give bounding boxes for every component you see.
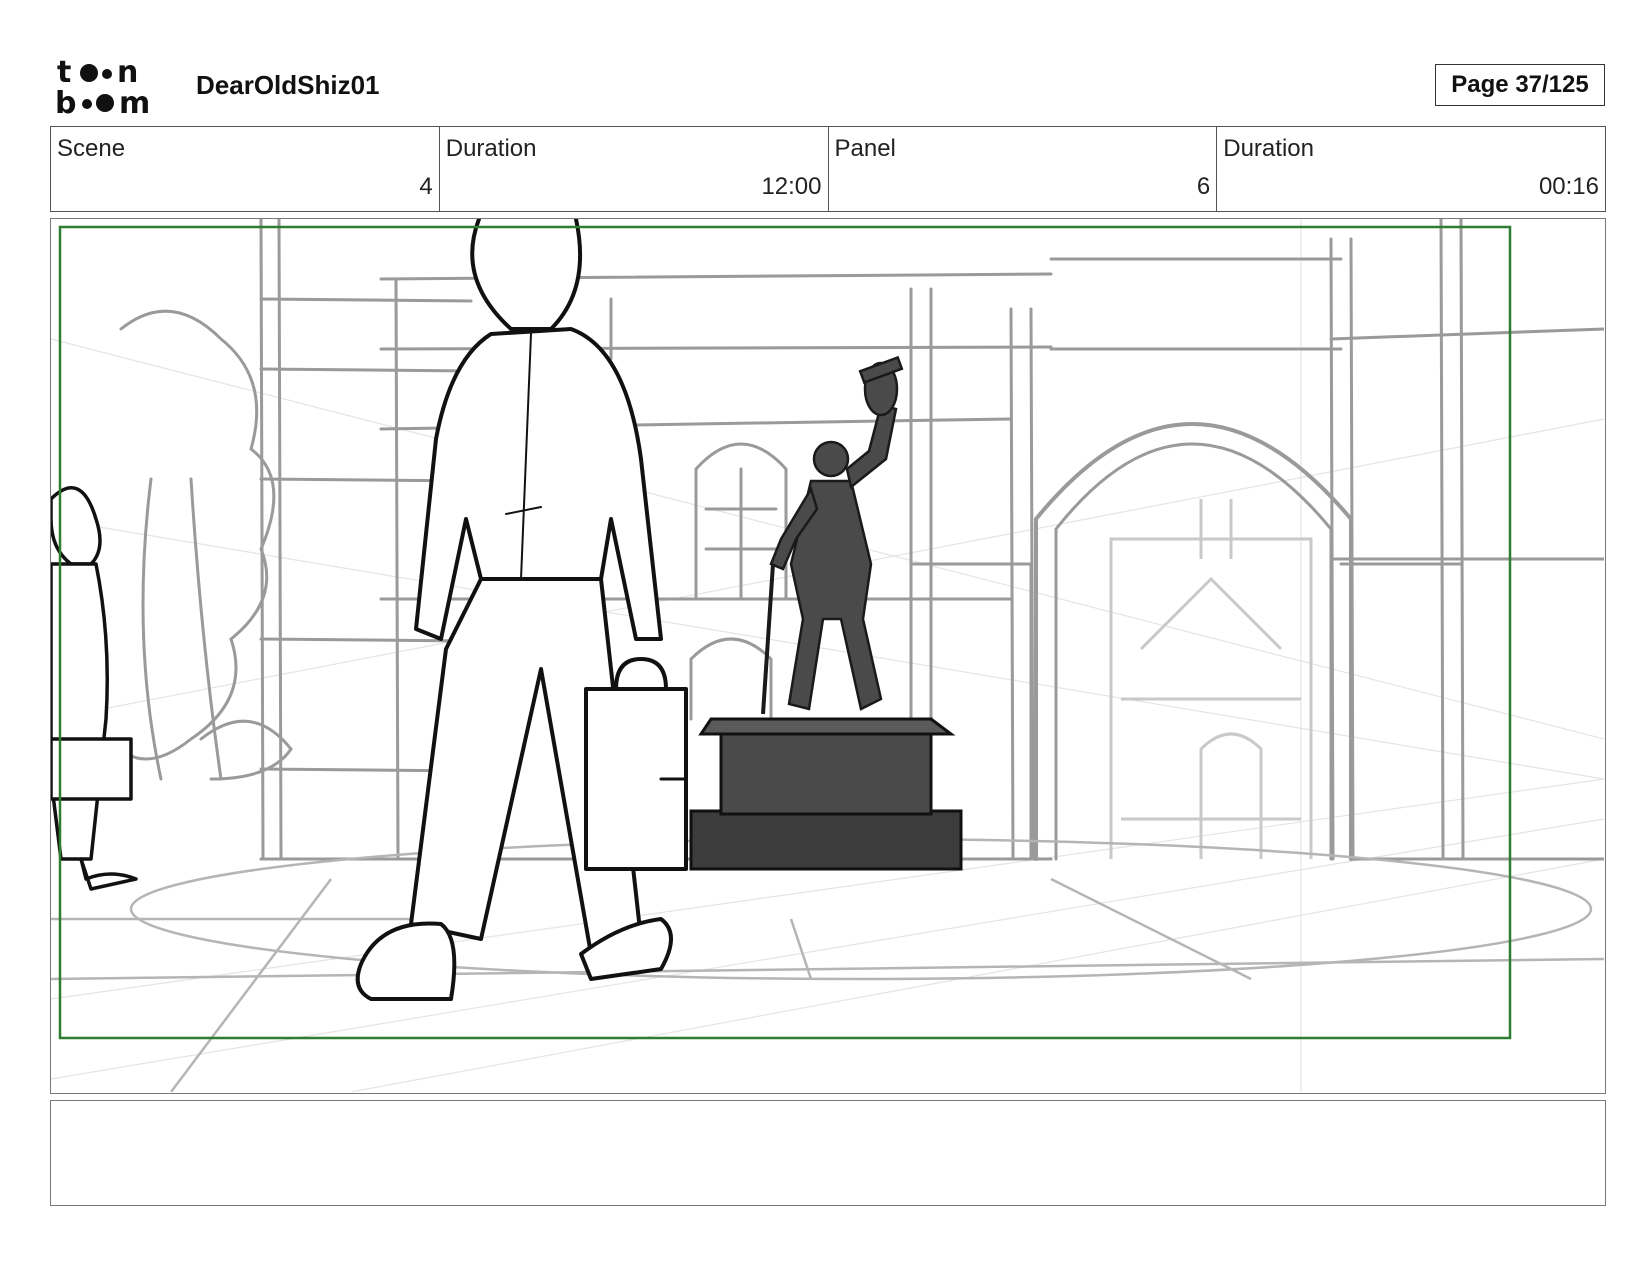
foreground-character: [355, 219, 688, 1001]
page-indicator: Page 37/125: [1435, 64, 1605, 106]
panel-cell: Panel 6: [829, 127, 1218, 211]
svg-text:b: b: [55, 86, 76, 117]
scene-info-table: Scene 4 Duration 12:00 Panel 6 Duration …: [50, 126, 1606, 212]
statue-figure: [761, 355, 904, 715]
storyboard-panel: [50, 218, 1606, 1094]
scene-value: 4: [419, 173, 433, 200]
panel-duration-cell: Duration 00:16: [1217, 127, 1605, 211]
scene-duration-label: Duration: [445, 135, 537, 162]
svg-text:n: n: [117, 55, 138, 90]
toon-boom-logo: t n b m: [55, 55, 150, 117]
panel-sketch: [51, 219, 1604, 1092]
distant-gate: [1109, 499, 1313, 859]
svg-text:m: m: [119, 86, 150, 117]
panel-notes: [50, 1100, 1606, 1206]
svg-text:t: t: [57, 55, 71, 90]
left-character: [51, 486, 138, 891]
scene-duration-cell: Duration 12:00: [440, 127, 829, 211]
panel-label: Panel: [834, 135, 896, 162]
panel-value: 6: [1196, 173, 1211, 200]
project-title: DearOldShiz01: [196, 70, 380, 100]
scene-cell: Scene 4: [51, 127, 440, 211]
statue-pedestal: [689, 717, 963, 871]
scene-duration-value: 12:00: [761, 173, 822, 200]
scene-label: Scene: [57, 135, 126, 162]
panel-duration-value: 00:16: [1538, 173, 1599, 200]
panel-duration-label: Duration: [1223, 135, 1314, 162]
